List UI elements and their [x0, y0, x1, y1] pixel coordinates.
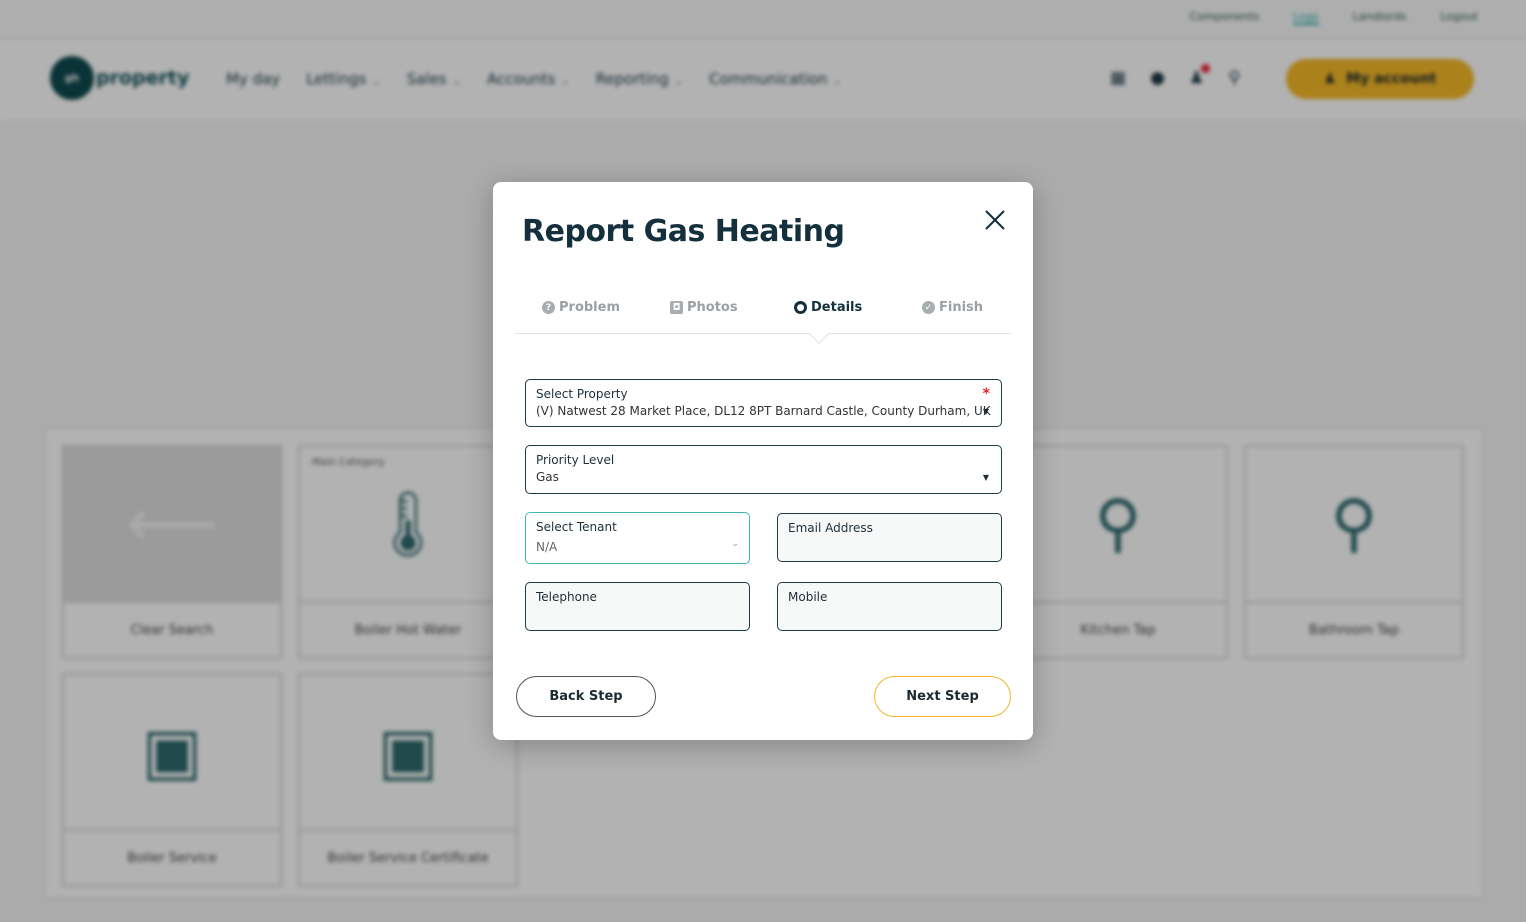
close-icon [985, 210, 1005, 230]
close-button[interactable] [979, 204, 1011, 236]
select-property-field[interactable]: Select Property (V) Natwest 28 Market Pl… [525, 379, 1002, 427]
mobile-label: Mobile [788, 590, 828, 604]
select-tenant-label: Select Tenant [536, 520, 617, 534]
select-tenant-field[interactable]: Select Tenant N/A ⌄ [525, 512, 750, 564]
caret-down-icon: ▼ [982, 407, 989, 416]
tab-details[interactable]: ● Details [794, 300, 862, 315]
camera-icon: ◘ [670, 301, 683, 314]
modal-title: Report Gas Heating [522, 214, 845, 249]
check-circle-icon: ✓ [922, 301, 935, 314]
tab-problem[interactable]: ? Problem [542, 300, 620, 315]
priority-level-select[interactable]: Priority Level Gas ▼ [525, 445, 1002, 494]
active-step-pointer [809, 324, 829, 344]
email-field[interactable]: Email Address [777, 513, 1002, 562]
user-circle-icon: ● [794, 301, 807, 314]
email-label: Email Address [788, 521, 873, 535]
select-property-label: Select Property [536, 387, 628, 401]
priority-level-label: Priority Level [536, 453, 615, 467]
telephone-field[interactable]: Telephone [525, 582, 750, 631]
tab-photos[interactable]: ◘ Photos [670, 300, 738, 315]
tab-finish[interactable]: ✓ Finish [922, 300, 983, 315]
select-tenant-value: N/A [536, 540, 558, 554]
back-step-button[interactable]: Back Step [516, 676, 656, 717]
telephone-label: Telephone [536, 590, 597, 604]
select-property-value: (V) Natwest 28 Market Place, DL12 8PT Ba… [536, 404, 991, 418]
mobile-field[interactable]: Mobile [777, 582, 1002, 631]
required-marker: * [982, 386, 990, 402]
caret-down-icon: ▼ [982, 473, 989, 482]
priority-level-value: Gas [536, 470, 559, 484]
step-tabs: ? Problem ◘ Photos ● Details ✓ Finish [515, 290, 1011, 344]
chevron-down-icon: ⌄ [731, 539, 739, 549]
next-step-button[interactable]: Next Step [874, 676, 1011, 717]
report-modal: Report Gas Heating ? Problem ◘ Photos ● … [493, 182, 1033, 740]
question-circle-icon: ? [542, 301, 555, 314]
